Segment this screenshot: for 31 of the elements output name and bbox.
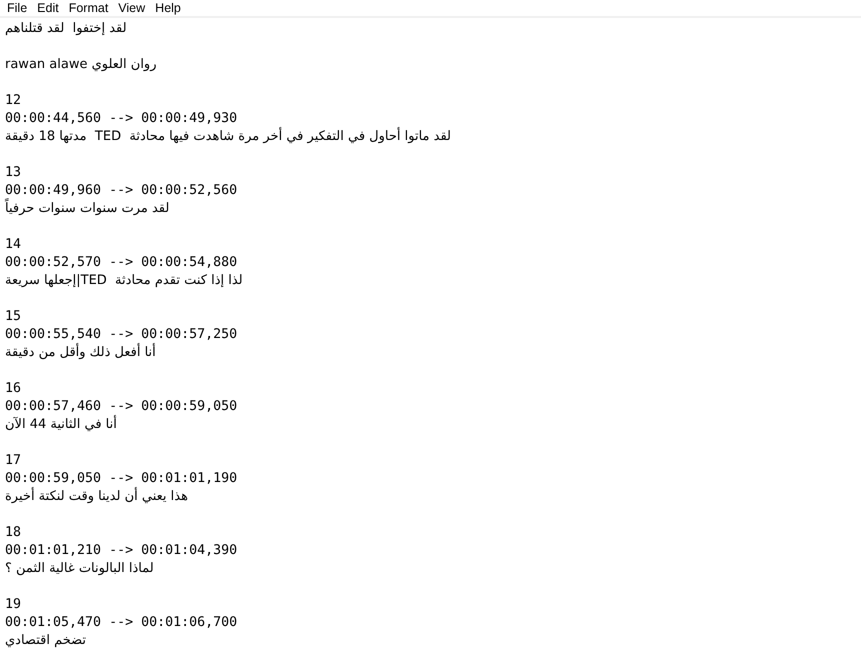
text-line: روان العلوي rawan alawe <box>5 56 156 72</box>
text-line: لقد إختفوا لقد قتلناهم <box>5 20 127 36</box>
menu-item[interactable]: File <box>2 0 32 16</box>
cue-number: 19 <box>5 596 22 612</box>
cue-timing: 00:01:05,470 --> 00:01:06,700 <box>5 614 238 630</box>
subtitle-text: لماذا البالونات غالية الثمن ؟ <box>5 560 154 576</box>
subtitle-text: لذا إذا كنت تقدم محادثة TED|إجعلها سريعة <box>5 272 243 288</box>
subtitle-text: هذا يعني أن لدينا وقت لنكتة أخيرة <box>5 488 188 504</box>
subtitle-text: تضخم اقتصادي <box>5 632 86 648</box>
menu-item[interactable]: Edit <box>32 0 64 16</box>
cue-number: 18 <box>5 524 22 540</box>
cue-number: 15 <box>5 308 22 324</box>
subtitle-text: أنا في الثانية 44 الآن <box>5 416 117 432</box>
menu-item[interactable]: View <box>113 0 150 16</box>
cue-number: 17 <box>5 452 22 468</box>
subtitle-text: أنا أفعل ذلك وأقل من دقيقة <box>5 344 156 360</box>
cue-timing: 00:00:44,560 --> 00:00:49,930 <box>5 110 238 126</box>
cue-timing: 00:00:52,570 --> 00:00:54,880 <box>5 254 238 270</box>
menu-item[interactable]: Format <box>64 0 114 16</box>
cue-timing: 00:00:55,540 --> 00:00:57,250 <box>5 326 238 342</box>
cue-number: 16 <box>5 380 22 396</box>
subtitle-text: لقد مرت سنوات سنوات حرفياً <box>5 200 170 216</box>
cue-number: 12 <box>5 92 22 108</box>
cue-timing: 00:00:57,460 --> 00:00:59,050 <box>5 398 238 414</box>
cue-timing: 00:01:01,210 --> 00:01:04,390 <box>5 542 238 558</box>
cue-number: 14 <box>5 236 22 252</box>
subtitle-text: لقد ماتوا أحاول في التفكير في أخر مرة شاهدت فيها محادثة TED مدتها 18 دقيقة <box>5 128 452 144</box>
cue-number: 13 <box>5 164 22 180</box>
cue-timing: 00:00:59,050 --> 00:01:01,190 <box>5 470 238 486</box>
menu-item[interactable]: Help <box>150 0 186 16</box>
cue-timing: 00:00:49,960 --> 00:00:52,560 <box>5 182 238 198</box>
